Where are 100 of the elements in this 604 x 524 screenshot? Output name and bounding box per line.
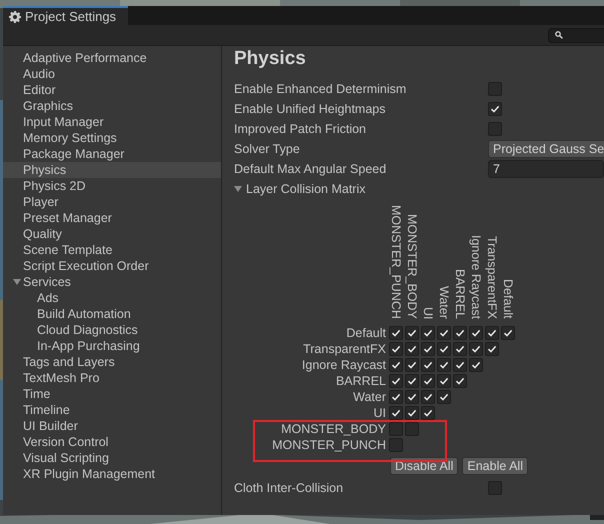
- sidebar-item[interactable]: Memory Settings: [3, 130, 221, 146]
- checkbox[interactable]: [453, 374, 467, 388]
- checkbox[interactable]: [437, 374, 451, 388]
- sidebar-item[interactable]: Physics: [3, 162, 221, 178]
- layer-row-label: BARREL: [334, 374, 387, 388]
- checkbox[interactable]: [389, 390, 403, 404]
- checkbox[interactable]: [389, 358, 403, 372]
- checkbox[interactable]: [405, 422, 419, 436]
- page-title: Physics: [234, 47, 307, 71]
- checkbox[interactable]: [389, 422, 403, 436]
- layer-row-label: MONSTER_PUNCH: [271, 438, 387, 452]
- layer-column-label: MONSTER_PUNCH: [388, 205, 404, 321]
- layer-row-label: MONSTER_BODY: [280, 422, 387, 436]
- sidebar-item[interactable]: XR Plugin Management: [3, 466, 221, 482]
- disable-all-button[interactable]: Disable All: [390, 457, 458, 475]
- sidebar-item[interactable]: UI Builder: [3, 418, 221, 434]
- sidebar-item[interactable]: Script Execution Order: [3, 258, 221, 274]
- sidebar-item[interactable]: Quality: [3, 226, 221, 242]
- checkbox[interactable]: [469, 326, 483, 340]
- checkbox[interactable]: [421, 326, 435, 340]
- sidebar-item-label[interactable]: Services: [23, 275, 71, 289]
- foldout-label[interactable]: Layer Collision Matrix: [246, 182, 366, 196]
- sidebar-item[interactable]: Timeline: [3, 402, 221, 418]
- number-field[interactable]: 7: [488, 160, 604, 178]
- layer-column-label: MONSTER_BODY: [404, 214, 420, 321]
- property-label: Cloth Inter-Collision: [234, 481, 344, 495]
- sidebar-item[interactable]: Cloud Diagnostics: [3, 322, 221, 338]
- checkbox[interactable]: [485, 342, 499, 356]
- layer-row-label: Water: [352, 390, 387, 404]
- layer-row-label: TransparentFX: [302, 342, 387, 356]
- settings-icon: [9, 10, 21, 22]
- sidebar-item[interactable]: Editor: [3, 82, 221, 98]
- property-label: Solver Type: [234, 142, 301, 156]
- sidebar-item[interactable]: Audio: [3, 66, 221, 82]
- checkbox[interactable]: [488, 122, 502, 136]
- layer-row-label: Default: [345, 326, 387, 340]
- window-tab[interactable]: Project Settings: [3, 6, 128, 25]
- layer-row-label: Ignore Raycast: [300, 358, 387, 372]
- checkbox[interactable]: [488, 481, 502, 495]
- checkbox[interactable]: [405, 326, 419, 340]
- sidebar-item[interactable]: Physics 2D: [3, 178, 221, 194]
- property-label: Enable Enhanced Determinism: [234, 82, 408, 96]
- layer-row-label: UI: [372, 406, 387, 420]
- dropdown[interactable]: Projected Gauss Se: [488, 140, 604, 158]
- sidebar-item[interactable]: Package Manager: [3, 146, 221, 162]
- checkbox[interactable]: [405, 374, 419, 388]
- checkbox[interactable]: [485, 326, 499, 340]
- checkbox[interactable]: [389, 342, 403, 356]
- sidebar-item[interactable]: Scene Template: [3, 242, 221, 258]
- layer-column-label: TransparentFX: [484, 236, 500, 321]
- sidebar-item[interactable]: Ads: [3, 290, 221, 306]
- checkbox[interactable]: [437, 326, 451, 340]
- sidebar-item[interactable]: Visual Scripting: [3, 450, 221, 466]
- sidebar-item[interactable]: In-App Purchasing: [3, 338, 221, 354]
- sidebar-item[interactable]: Build Automation: [3, 306, 221, 322]
- sidebar-item[interactable]: Version Control: [3, 434, 221, 450]
- checkbox[interactable]: [453, 326, 467, 340]
- checkbox[interactable]: [421, 358, 435, 372]
- checkbox[interactable]: [501, 326, 515, 340]
- checkbox[interactable]: [389, 326, 403, 340]
- checkbox[interactable]: [437, 342, 451, 356]
- property-label: Default Max Angular Speed: [234, 162, 388, 176]
- checkbox[interactable]: [421, 406, 435, 420]
- expand-arrow-icon[interactable]: [13, 279, 21, 285]
- checkbox[interactable]: [389, 438, 403, 452]
- checkbox[interactable]: [405, 358, 419, 372]
- sidebar-item[interactable]: Player: [3, 194, 221, 210]
- foldout-arrow-icon[interactable]: [234, 186, 242, 192]
- checkbox[interactable]: [488, 102, 502, 116]
- property-label: Improved Patch Friction: [234, 122, 367, 136]
- checkbox[interactable]: [469, 342, 483, 356]
- sidebar-item[interactable]: Time: [3, 386, 221, 402]
- checkbox[interactable]: [437, 390, 451, 404]
- checkbox[interactable]: [488, 82, 502, 96]
- checkbox[interactable]: [405, 342, 419, 356]
- search-field[interactable]: [548, 28, 604, 42]
- checkbox[interactable]: [405, 390, 419, 404]
- checkbox[interactable]: [453, 342, 467, 356]
- checkbox[interactable]: [421, 374, 435, 388]
- sidebar-item[interactable]: Input Manager: [3, 114, 221, 130]
- sidebar-item[interactable]: Preset Manager: [3, 210, 221, 226]
- checkbox[interactable]: [469, 358, 483, 372]
- layer-column-label: BARREL: [452, 268, 468, 321]
- layer-column-label: Water: [436, 286, 452, 321]
- sidebar-item[interactable]: Graphics: [3, 98, 221, 114]
- layer-column-label: UI: [420, 306, 436, 321]
- sidebar-item[interactable]: Adaptive Performance: [3, 50, 221, 66]
- checkbox[interactable]: [405, 406, 419, 420]
- enable-all-button[interactable]: Enable All: [462, 457, 528, 475]
- property-label: Enable Unified Heightmaps: [234, 102, 386, 116]
- checkbox[interactable]: [421, 390, 435, 404]
- sidebar-group[interactable]: Services: [3, 274, 221, 290]
- sidebar-item[interactable]: Tags and Layers: [3, 354, 221, 370]
- sidebar-item[interactable]: TextMesh Pro: [3, 370, 221, 386]
- checkbox[interactable]: [389, 406, 403, 420]
- checkbox[interactable]: [389, 374, 403, 388]
- checkbox[interactable]: [421, 342, 435, 356]
- checkbox[interactable]: [437, 358, 451, 372]
- checkbox[interactable]: [453, 358, 467, 372]
- layer-column-label: Ignore Raycast: [468, 234, 484, 321]
